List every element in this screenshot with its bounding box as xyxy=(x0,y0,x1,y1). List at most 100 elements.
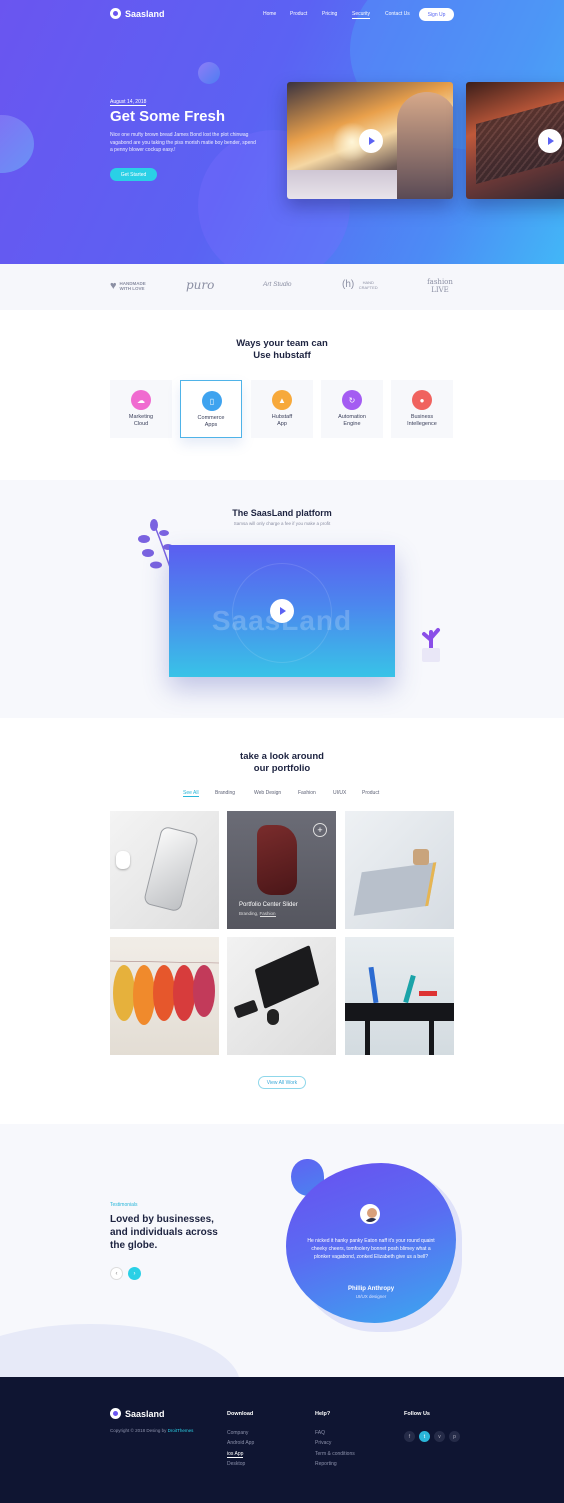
table-image xyxy=(345,1003,454,1021)
way-card-automation[interactable]: ↻ Automation Engine xyxy=(321,380,383,438)
featured-tags: Branding, Fashion xyxy=(239,911,276,917)
play-button-icon[interactable] xyxy=(359,129,383,153)
filter-product[interactable]: Product xyxy=(362,790,379,796)
earbuds-image xyxy=(116,851,130,869)
partner-logo-2: puro xyxy=(186,278,215,292)
way-card-marketing[interactable]: ☁ Marketing Cloud xyxy=(110,380,172,438)
hero-body: Nice one mufty brown bread James Bond lo… xyxy=(110,132,256,153)
next-arrow-icon[interactable]: › xyxy=(128,1267,141,1280)
portfolio-item-phone[interactable] xyxy=(110,811,219,929)
twitter-icon[interactable]: t xyxy=(419,1431,430,1442)
bag-image xyxy=(257,825,297,895)
cap-icon: ▲ xyxy=(272,390,292,410)
nav-pricing[interactable]: Pricing xyxy=(322,11,337,17)
pinterest-icon[interactable]: p xyxy=(449,1431,460,1442)
vimeo-icon[interactable]: v xyxy=(434,1431,445,1442)
avatar xyxy=(360,1204,380,1224)
plus-icon[interactable]: + xyxy=(313,823,327,837)
notebook-image xyxy=(353,862,437,916)
marker-image xyxy=(419,991,437,996)
marker-image xyxy=(403,974,416,1004)
brand-logo[interactable]: Saasland xyxy=(110,8,165,19)
ways-title: Ways your team can Use hubstaff xyxy=(236,338,328,361)
hero-section: Saasland Home Product Pricing Security C… xyxy=(0,0,564,264)
phone-icon: ▯ xyxy=(202,391,222,411)
platform-title: The SaasLand platform xyxy=(232,508,332,518)
nav-contact[interactable]: Contact Us xyxy=(385,11,410,17)
testimonial-heading: Loved by businesses, and individuals acro… xyxy=(110,1214,218,1251)
laptop-image xyxy=(254,945,320,1009)
heart-icon: ♥ xyxy=(110,280,117,292)
person-silhouette xyxy=(397,92,453,199)
prev-arrow-icon[interactable]: ‹ xyxy=(110,1267,123,1280)
play-button-icon[interactable] xyxy=(538,129,562,153)
testimonial-author: Phillip Anthropy xyxy=(347,1286,395,1292)
portfolio-item-leaves[interactable] xyxy=(110,937,219,1055)
footer-link[interactable]: Android App xyxy=(227,1440,254,1446)
bottom-wave xyxy=(0,1324,240,1377)
way-card-hubstaff[interactable]: ▲ Hubstaff App xyxy=(251,380,313,438)
footer-col-download-title: Download xyxy=(227,1411,254,1417)
footer-link[interactable]: FAQ xyxy=(315,1430,325,1436)
footer-link-active[interactable]: ios App xyxy=(227,1451,244,1458)
brand-name: Saasland xyxy=(125,8,165,19)
filter-web-design[interactable]: Web Design xyxy=(254,790,281,796)
filter-see-all[interactable]: See All xyxy=(183,790,199,797)
logo-mark-icon xyxy=(110,1408,121,1419)
footer-logo[interactable]: Saasland xyxy=(110,1408,165,1419)
mouse-image xyxy=(267,1009,279,1025)
testimonial-role: UI/UX designer xyxy=(355,1294,387,1299)
footer-brand-name: Saasland xyxy=(125,1408,165,1419)
phone-black-image xyxy=(233,999,259,1019)
phone-image xyxy=(142,825,200,913)
play-button-icon[interactable] xyxy=(270,599,294,623)
table-leg xyxy=(365,1021,370,1055)
facebook-icon[interactable]: f xyxy=(404,1431,415,1442)
footer-link[interactable]: Privacy xyxy=(315,1440,331,1446)
footer-col-help-title: Help? xyxy=(315,1411,331,1417)
top-nav: Saasland Home Product Pricing Security C… xyxy=(0,0,564,30)
footer-follow-title: Follow Us xyxy=(404,1411,430,1417)
testimonial-section xyxy=(0,1124,564,1377)
way-card-business[interactable]: ● Business Intellegence xyxy=(391,380,453,438)
signup-button[interactable]: Sign Up xyxy=(419,8,454,21)
filter-fashion[interactable]: Fashion xyxy=(298,790,316,796)
footer-link[interactable]: Reporting xyxy=(315,1461,337,1467)
filter-branding[interactable]: Branding xyxy=(215,790,235,796)
footer-link[interactable]: Term & conditions xyxy=(315,1451,355,1457)
way-card-commerce[interactable]: ▯ Commerce Apps xyxy=(180,380,242,438)
bulb-icon: ● xyxy=(412,390,432,410)
portfolio-item-markers[interactable] xyxy=(345,937,454,1055)
footer-link[interactable]: Desktop xyxy=(227,1461,245,1467)
platform-subtitle: Samsa will only charge a fee if you make… xyxy=(233,521,331,526)
hero-blob-left xyxy=(0,115,34,173)
portfolio-item-laptop[interactable] xyxy=(227,937,336,1055)
testimonial-quote: He nicked it hanky panky Eaton naff it's… xyxy=(307,1238,435,1260)
cup-image xyxy=(413,849,429,865)
hero-video-card-1[interactable] xyxy=(287,82,453,199)
footer xyxy=(0,1377,564,1503)
partner-logo-5: fashion LIVE xyxy=(427,278,453,294)
partner-logos: ♥ HANDMADE WITH LOVE puro Art Studio (h)… xyxy=(0,264,564,310)
hero-date: August 14, 2018 xyxy=(110,99,147,106)
footer-link[interactable]: Company xyxy=(227,1430,248,1436)
portfolio-item-featured[interactable]: + Portfolio Center Slider Branding, Fash… xyxy=(227,811,336,929)
leaves-image xyxy=(110,960,219,1025)
nav-security[interactable]: Security xyxy=(352,11,371,19)
nav-home[interactable]: Home xyxy=(263,11,276,17)
parenthesis-h-icon: (h) xyxy=(342,279,355,290)
logo-mark-icon xyxy=(110,8,121,19)
featured-title: Portfolio Center Slider xyxy=(239,902,298,908)
cactus-pot-icon xyxy=(422,628,440,662)
hero-blob-small xyxy=(198,62,220,84)
nav-product[interactable]: Product xyxy=(290,11,307,17)
refresh-icon: ↻ xyxy=(342,390,362,410)
view-all-button[interactable]: View All Work xyxy=(258,1076,306,1089)
hero-video-card-2[interactable] xyxy=(466,82,564,199)
platform-video[interactable]: SaasLand xyxy=(169,545,395,677)
cloud-icon: ☁ xyxy=(131,390,151,410)
filter-uiux[interactable]: UI/UX xyxy=(333,790,346,796)
portfolio-item-notebook[interactable] xyxy=(345,811,454,929)
copyright: Copyright © 2018 Desing by DroitThemes xyxy=(110,1428,194,1433)
get-started-button[interactable]: Get Started xyxy=(110,168,157,181)
